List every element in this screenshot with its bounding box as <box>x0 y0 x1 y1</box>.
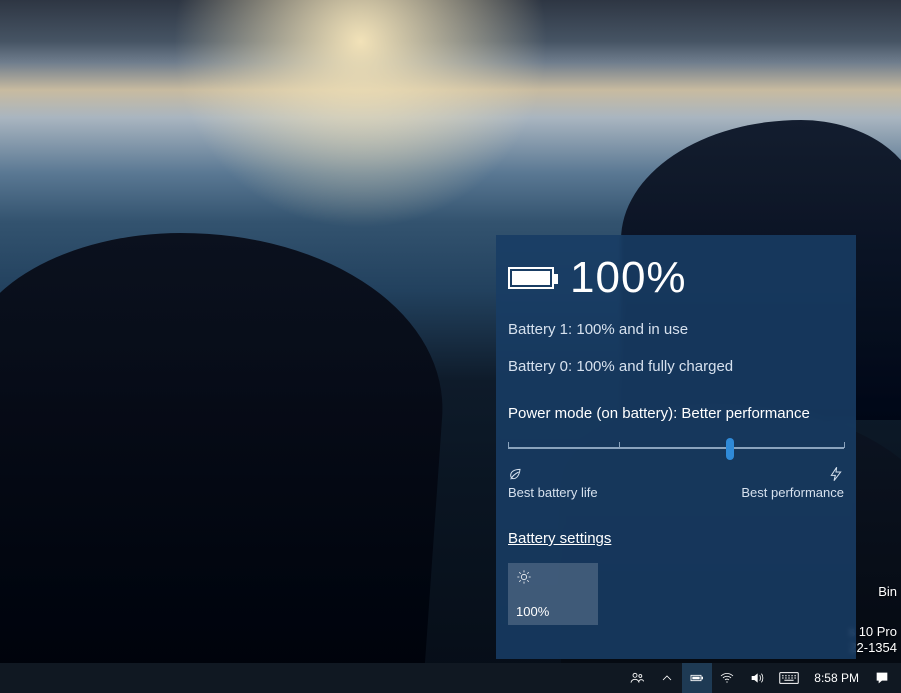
tray-input-indicator[interactable] <box>772 663 806 693</box>
action-center-button[interactable] <box>867 663 897 693</box>
speaker-icon <box>749 670 765 686</box>
chevron-up-icon <box>659 670 675 686</box>
notification-icon <box>874 670 890 686</box>
brightness-tile[interactable]: 100% <box>508 563 598 625</box>
taskbar: 8:58 PM <box>0 663 901 693</box>
power-mode-label: Power mode (on battery): Better performa… <box>508 405 844 422</box>
power-mode-slider[interactable] <box>508 436 844 462</box>
leaf-icon <box>508 466 524 482</box>
best-battery-life-label: Best battery life <box>508 485 598 500</box>
brightness-icon <box>516 569 532 585</box>
battery-0-status: Battery 0: 100% and fully charged <box>508 358 844 375</box>
best-performance-label: Best performance <box>741 485 844 500</box>
battery-settings-link[interactable]: Battery settings <box>508 530 611 547</box>
tray-volume-button[interactable] <box>742 663 772 693</box>
brightness-value: 100% <box>516 604 590 619</box>
battery-1-status: Battery 1: 100% and in use <box>508 321 844 338</box>
windows-watermark-line2: 22-1354 <box>849 640 897 655</box>
battery-percent: 100% <box>570 253 687 303</box>
taskbar-clock[interactable]: 8:58 PM <box>806 671 867 685</box>
power-mode-slider-thumb[interactable] <box>726 438 734 460</box>
battery-icon <box>508 267 554 289</box>
recycle-bin-label[interactable]: Bin <box>878 584 897 599</box>
people-icon <box>629 670 645 686</box>
system-tray: 8:58 PM <box>622 663 897 693</box>
lightning-icon <box>828 466 844 482</box>
tray-battery-button[interactable] <box>682 663 712 693</box>
keyboard-icon <box>779 670 799 686</box>
battery-flyout-panel: 100% Battery 1: 100% and in use Battery … <box>496 235 856 659</box>
battery-icon <box>689 670 705 686</box>
wifi-icon <box>719 670 735 686</box>
tray-overflow-button[interactable] <box>652 663 682 693</box>
people-button[interactable] <box>622 663 652 693</box>
tray-wifi-button[interactable] <box>712 663 742 693</box>
